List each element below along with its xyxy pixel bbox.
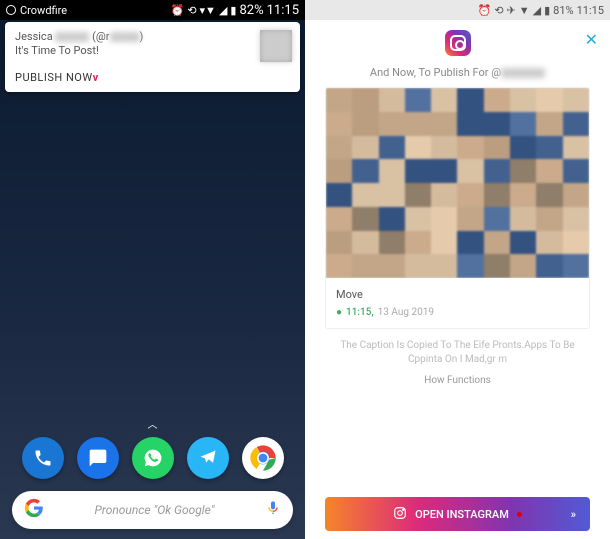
chrome-app-icon[interactable] <box>242 437 284 479</box>
instagram-small-icon <box>393 506 407 523</box>
google-g-icon <box>24 498 44 522</box>
post-schedule-time: ● 11:15, 13 Aug 2019 <box>336 307 579 318</box>
clock-icon: ● <box>336 307 342 318</box>
chevron-right-icon: » <box>571 508 576 521</box>
search-placeholder: Pronounce "Ok Google" <box>56 503 253 517</box>
crowdfire-icon <box>6 5 16 15</box>
signal-icon: ◢ <box>533 4 541 17</box>
notification-card[interactable]: Jessica (@r) It's Time To Post! PUBLISH … <box>5 22 300 92</box>
phone-home-screen: Crowdfire ⏰ ⟲ ▾▼ ◢ ▮ 82% 11:15 Jessica (… <box>0 0 305 539</box>
close-icon[interactable]: ✕ <box>585 30 598 49</box>
wifi-icon: ▼ <box>519 4 530 17</box>
google-search-bar[interactable]: Pronounce "Ok Google" <box>12 491 293 529</box>
caption-info-text: The Caption Is Copied To The Eife Pronts… <box>325 339 590 367</box>
crowdfire-publish-screen: ⏰ ⟲ ✈ ▼ ◢ ▮ 81% 11:15 ✕ And Now, To Publ… <box>305 0 610 539</box>
messages-app-icon[interactable] <box>77 437 119 479</box>
notification-title: Jessica (@r) <box>15 30 290 43</box>
battery-icon: ▮ <box>230 4 236 17</box>
red-dot-icon <box>517 512 522 517</box>
post-image <box>326 88 589 278</box>
status-bar: Crowdfire ⏰ ⟲ ▾▼ ◢ ▮ 82% 11:15 <box>0 0 305 20</box>
battery-pct: 81% <box>553 4 573 17</box>
how-functions-link[interactable]: How Functions <box>305 375 610 386</box>
status-time: 11:15 <box>577 4 604 17</box>
notification-subtitle: It's Time To Post! <box>15 44 290 57</box>
app-drawer-handle[interactable]: ︿ <box>0 416 305 431</box>
mic-icon[interactable] <box>265 500 281 520</box>
battery-pct: 82% <box>239 3 263 18</box>
alarm-icon: ⏰ <box>478 4 492 17</box>
wifi-icon: ▾▼ <box>200 4 216 17</box>
open-instagram-label: OPEN INSTAGRAM <box>415 508 509 521</box>
status-time: 11:15 <box>267 3 299 18</box>
plane-icon: ✈ <box>507 4 516 17</box>
battery-icon: ▮ <box>544 4 550 17</box>
alarm-icon: ⏰ <box>171 4 185 17</box>
publish-subtitle: And Now, To Publish For @ <box>305 66 610 79</box>
screen-header: ✕ <box>305 20 610 62</box>
telegram-app-icon[interactable] <box>187 437 229 479</box>
post-caption-title: Move <box>336 288 579 301</box>
status-app-name: Crowdfire <box>20 4 67 17</box>
open-instagram-button[interactable]: OPEN INSTAGRAM » <box>325 497 590 531</box>
post-preview-card: Move ● 11:15, 13 Aug 2019 <box>325 87 590 329</box>
signal-icon: ◢ <box>219 4 227 17</box>
phone-app-icon[interactable] <box>22 437 64 479</box>
status-bar: ⏰ ⟲ ✈ ▼ ◢ ▮ 81% 11:15 <box>305 0 610 20</box>
link-icon: ⟲ <box>494 4 503 17</box>
instagram-icon <box>445 30 471 56</box>
app-dock <box>0 437 305 479</box>
whatsapp-app-icon[interactable] <box>132 437 174 479</box>
publish-now-action[interactable]: PUBLISH NOWv <box>15 71 290 84</box>
link-icon: ⟲ <box>187 4 196 17</box>
notification-thumbnail <box>260 30 292 62</box>
